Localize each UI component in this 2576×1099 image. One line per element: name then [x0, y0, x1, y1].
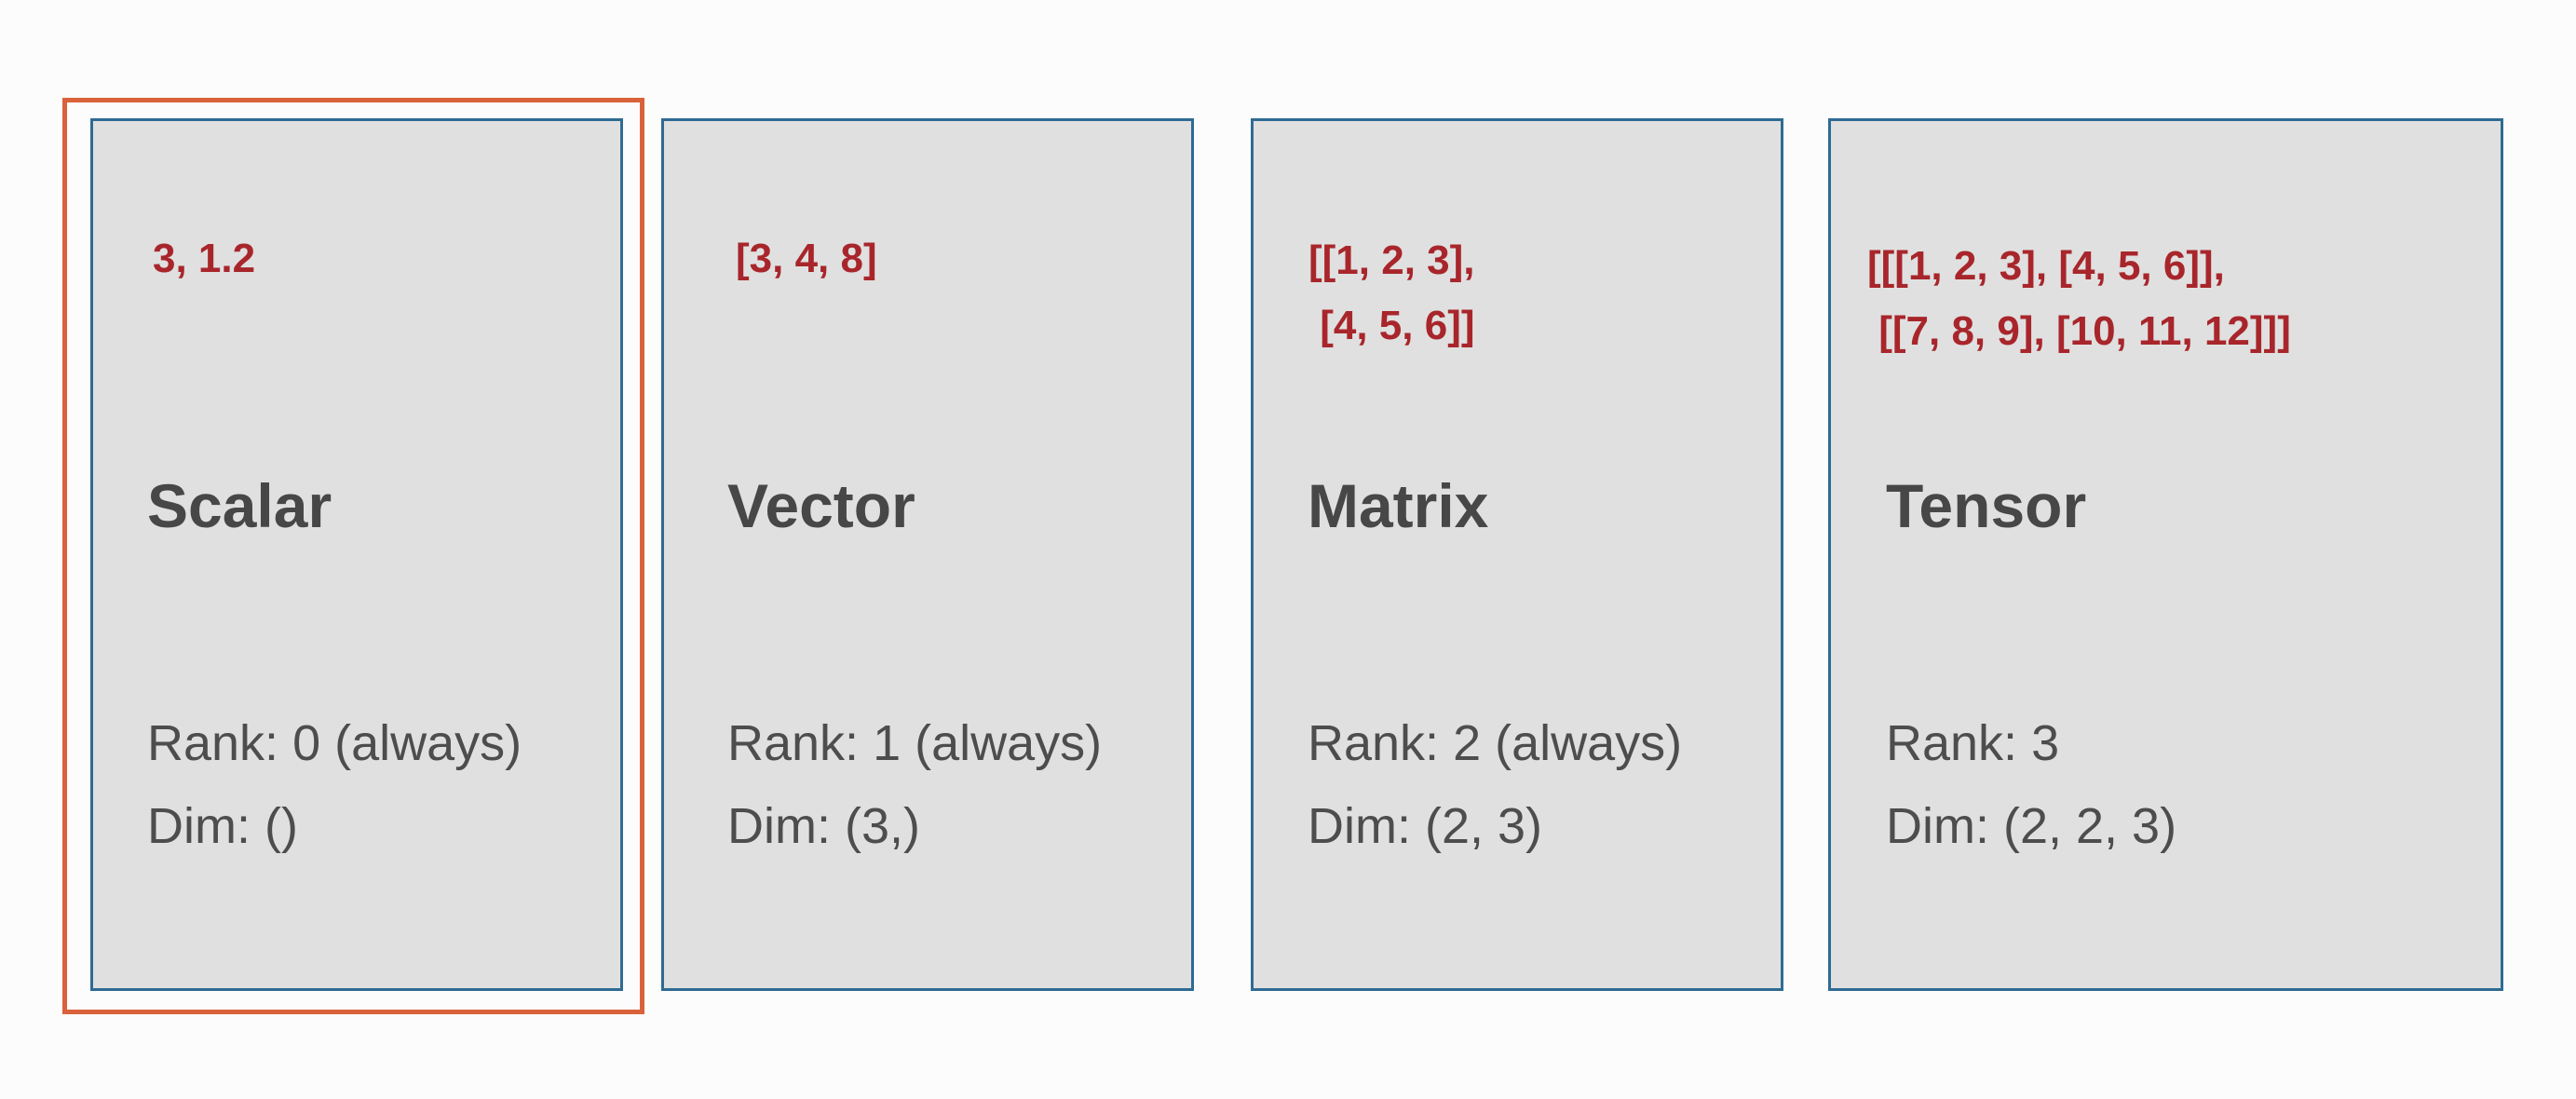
- vector-rank: Rank: 1 (always): [727, 715, 1103, 771]
- tensor-rank: Rank: 3: [1886, 715, 2060, 771]
- scalar-example: 3, 1.2: [153, 236, 256, 281]
- matrix-rank: Rank: 2 (always): [1308, 715, 1683, 771]
- matrix-title: Matrix: [1308, 471, 1489, 540]
- tensor-title: Tensor: [1886, 471, 2087, 540]
- vector-example: [3, 4, 8]: [736, 236, 877, 281]
- scalar-dim: Dim: (): [147, 798, 298, 854]
- vector-dim: Dim: (3,): [727, 798, 920, 854]
- tensor-example: [[[1, 2, 3], [4, 5, 6]], [[7, 8, 9], [10…: [1867, 243, 2291, 354]
- vector-title: Vector: [727, 471, 915, 540]
- matrix-example: [[1, 2, 3], [4, 5, 6]]: [1308, 237, 1475, 348]
- scalar-rank: Rank: 0 (always): [147, 715, 522, 771]
- scalar-title: Scalar: [147, 471, 332, 540]
- tensor-dim: Dim: (2, 2, 3): [1886, 798, 2177, 854]
- matrix-dim: Dim: (2, 3): [1308, 798, 1543, 854]
